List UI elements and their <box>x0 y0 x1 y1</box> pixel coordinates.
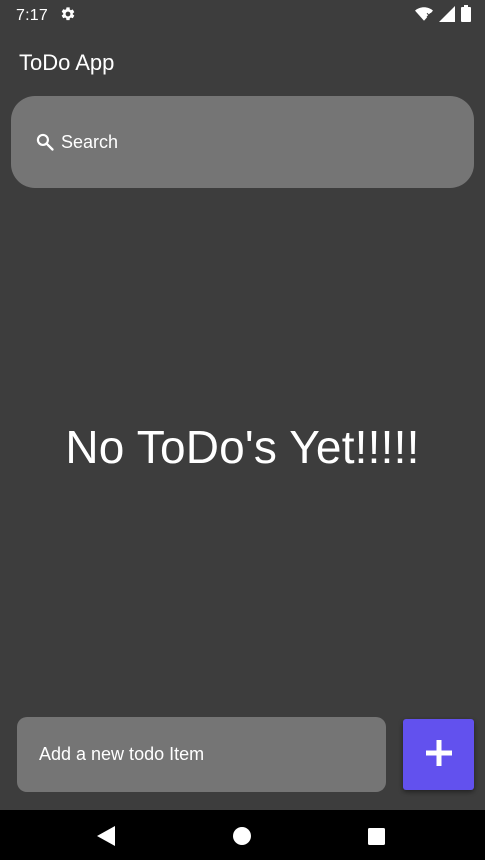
plus-icon <box>425 740 452 769</box>
status-time: 7:17 <box>16 7 48 24</box>
back-triangle-icon[interactable] <box>97 826 115 846</box>
search-label: Search <box>61 131 119 152</box>
cellular-signal-icon <box>439 5 455 27</box>
battery-icon <box>461 5 471 27</box>
status-right <box>415 5 471 27</box>
search-icon <box>35 132 55 152</box>
home-circle-icon[interactable] <box>233 827 251 845</box>
system-nav-bar <box>0 810 485 860</box>
status-left: 7:17 <box>16 6 76 27</box>
status-bar: 7:17 <box>0 0 485 32</box>
empty-state-message: No ToDo's Yet!!!!! <box>65 421 420 473</box>
recents-square-icon[interactable] <box>368 828 385 845</box>
gear-icon <box>60 6 76 27</box>
wifi-icon <box>415 6 433 27</box>
app-title: ToDo App <box>19 50 115 75</box>
add-todo-button[interactable] <box>403 719 474 790</box>
search-bar[interactable]: Search <box>11 96 474 188</box>
new-todo-input[interactable] <box>17 717 386 792</box>
